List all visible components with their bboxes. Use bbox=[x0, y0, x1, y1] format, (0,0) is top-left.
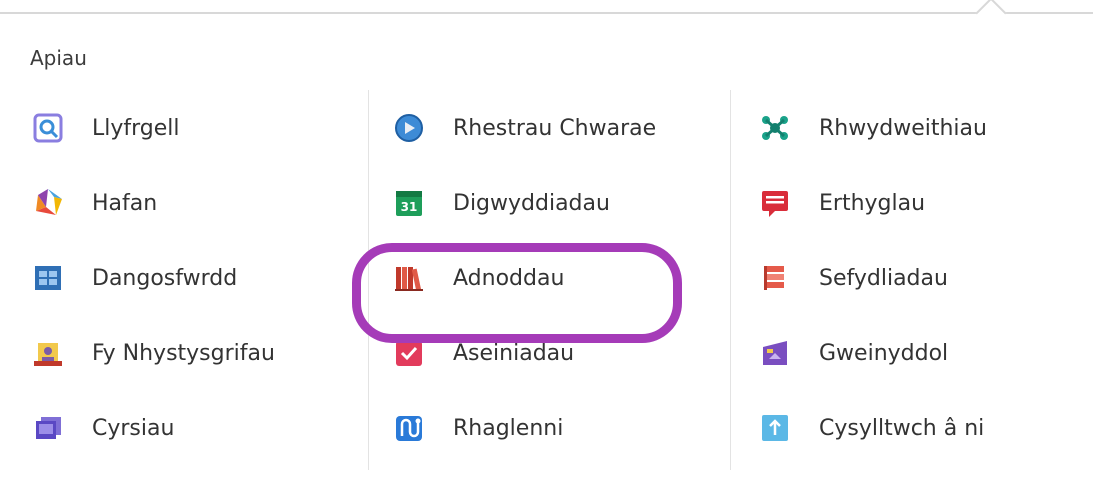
app-item-fy-nhystysgrifau[interactable]: Fy Nhystysgrifau bbox=[32, 323, 275, 383]
organizations-icon bbox=[759, 262, 791, 294]
network-icon bbox=[759, 112, 791, 144]
app-label: Fy Nhystysgrifau bbox=[92, 340, 275, 366]
calendar-icon: 31 bbox=[393, 187, 425, 219]
app-item-dangosfwrdd[interactable]: Dangosfwrdd bbox=[32, 248, 237, 308]
app-label: Aseiniadau bbox=[453, 340, 575, 366]
app-label: Gweinyddol bbox=[819, 340, 949, 366]
certificate-icon bbox=[32, 337, 64, 369]
app-label: Adnoddau bbox=[453, 265, 565, 291]
app-item-sefydliadau[interactable]: Sefydliadau bbox=[759, 248, 948, 308]
app-item-cysylltwch-a-ni[interactable]: Cysylltwch â ni bbox=[759, 398, 984, 458]
app-label: Sefydliadau bbox=[819, 265, 948, 291]
assignment-check-icon bbox=[393, 337, 425, 369]
library-search-icon bbox=[32, 112, 64, 144]
app-item-rhestrau-chwarae[interactable]: Rhestrau Chwarae bbox=[393, 98, 656, 158]
admin-icon bbox=[759, 337, 791, 369]
app-item-aseiniadau[interactable]: Aseiniadau bbox=[393, 323, 574, 383]
app-label: Erthyglau bbox=[819, 190, 926, 216]
app-item-llyfrgell[interactable]: Llyfrgell bbox=[32, 98, 180, 158]
app-label: Cysylltwch â ni bbox=[819, 415, 985, 441]
app-label: Rhaglenni bbox=[453, 415, 564, 441]
app-item-rhaglenni[interactable]: Rhaglenni bbox=[393, 398, 563, 458]
app-item-digwyddiadau[interactable]: 31 Digwyddiadau bbox=[393, 173, 610, 233]
programs-icon bbox=[393, 412, 425, 444]
apps-heading: Apiau bbox=[30, 46, 87, 70]
app-label: Cyrsiau bbox=[92, 415, 175, 441]
contact-upload-icon bbox=[759, 412, 791, 444]
dashboard-icon bbox=[32, 262, 64, 294]
app-item-gweinyddol[interactable]: Gweinyddol bbox=[759, 323, 948, 383]
app-item-erthyglau[interactable]: Erthyglau bbox=[759, 173, 925, 233]
app-item-cyrsiau[interactable]: Cyrsiau bbox=[32, 398, 174, 458]
app-item-rhwydweithiau[interactable]: Rhwydweithiau bbox=[759, 98, 987, 158]
courses-icon bbox=[32, 412, 64, 444]
resources-books-icon bbox=[393, 262, 425, 294]
app-label: Dangosfwrdd bbox=[92, 265, 238, 291]
app-item-hafan[interactable]: Hafan bbox=[32, 173, 157, 233]
apps-menu-panel: Apiau Llyfrgell Hafan Dangosfwrdd Fy Nhy… bbox=[0, 18, 1093, 477]
app-label: Hafan bbox=[92, 190, 158, 216]
apps-column-1: Llyfrgell Hafan Dangosfwrdd Fy Nhystysgr… bbox=[24, 90, 364, 470]
top-bar bbox=[0, 0, 1093, 14]
app-label: Rhestrau Chwarae bbox=[453, 115, 657, 141]
home-logo-icon bbox=[32, 187, 64, 219]
app-label: Digwyddiadau bbox=[453, 190, 610, 216]
article-icon bbox=[759, 187, 791, 219]
apps-column-3: Rhwydweithiau Erthyglau Sefydliadau Gwei… bbox=[730, 90, 1081, 470]
app-label: Rhwydweithiau bbox=[819, 115, 987, 141]
playlist-icon bbox=[393, 112, 425, 144]
apps-column-2: Rhestrau Chwarae 31 Digwyddiadau Adnodda… bbox=[368, 90, 729, 470]
svg-text:31: 31 bbox=[401, 200, 418, 214]
app-label: Llyfrgell bbox=[92, 115, 180, 141]
app-item-adnoddau[interactable]: Adnoddau bbox=[393, 248, 564, 308]
